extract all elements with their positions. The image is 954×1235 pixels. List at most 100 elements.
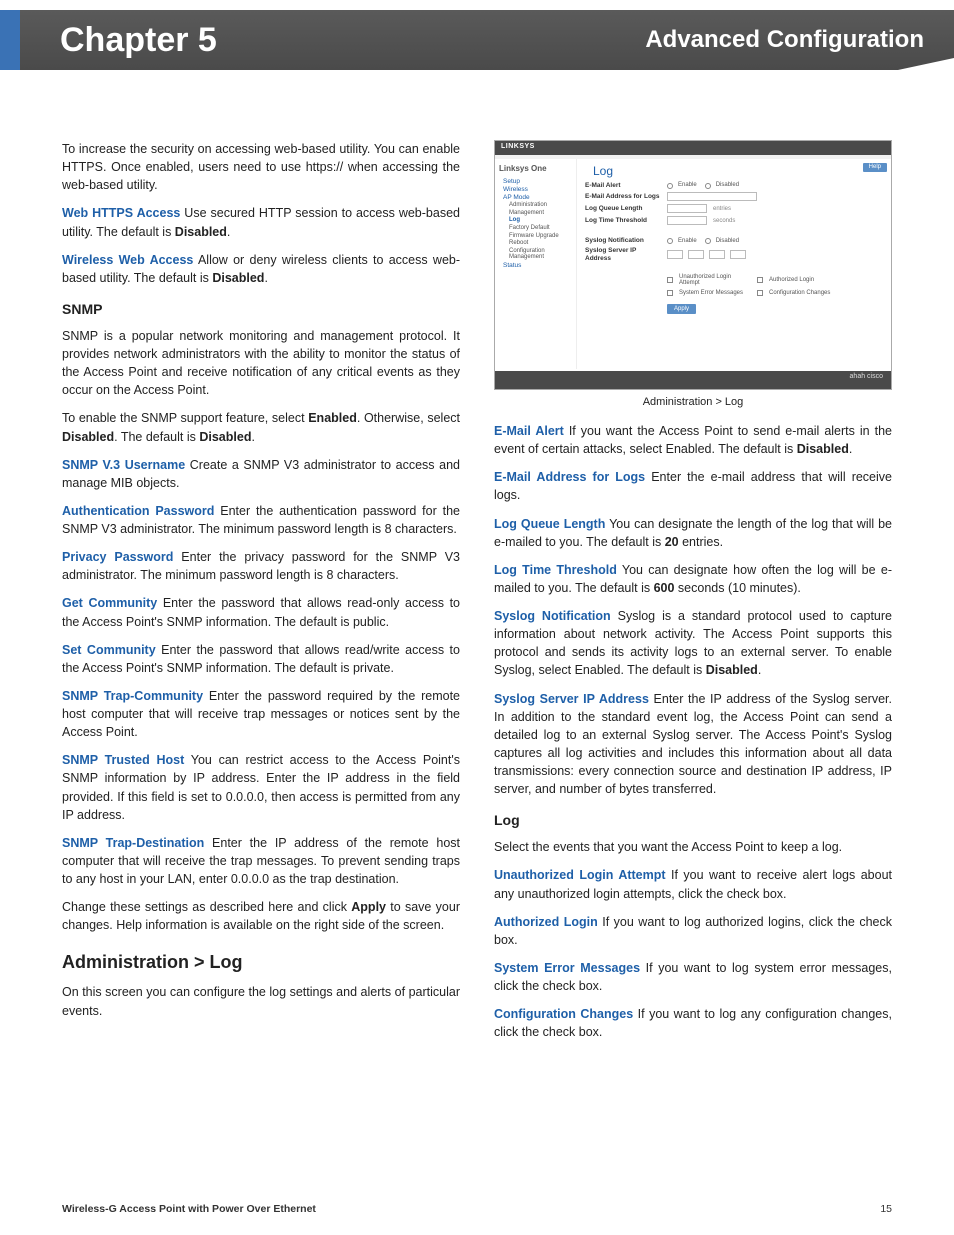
router-figure: LINKSYS Linksys One Setup Wireless AP Mo… (494, 140, 892, 390)
input-queue[interactable] (667, 204, 707, 213)
router-body: Linksys One Setup Wireless AP Mode Admin… (495, 159, 891, 369)
term: E-Mail Alert (494, 424, 564, 438)
time-para: Log Time Threshold You can designate how… (494, 561, 892, 597)
snmp-v3-username: SNMP V.3 Username Create a SNMP V3 admin… (62, 456, 460, 492)
intro-para: To increase the security on accessing we… (62, 140, 460, 194)
text: . Otherwise, select (357, 411, 460, 425)
content-columns: To increase the security on accessing we… (0, 140, 954, 1051)
cfg-para: Configuration Changes If you want to log… (494, 1005, 892, 1041)
snmp-intro: SNMP is a popular network monitoring and… (62, 327, 460, 400)
text: . (251, 430, 254, 444)
radio-syslog-disable[interactable] (705, 238, 711, 244)
term: E-Mail Address for Logs (494, 470, 645, 484)
unit-entries: entries (713, 206, 731, 213)
tail-text: entries. (679, 535, 723, 549)
input-email-addr[interactable] (667, 192, 757, 201)
label-email-addr: E-Mail Address for Logs (585, 193, 663, 200)
nav-admin[interactable]: Administration (499, 202, 572, 209)
router-panel-title: Log (593, 165, 883, 178)
body-text: Enter the IP address of the Syslog serve… (494, 692, 892, 797)
router-ui: LINKSYS Linksys One Setup Wireless AP Mo… (494, 140, 892, 390)
bold-text: Disabled (199, 430, 251, 444)
nav-mgmt[interactable]: Management (499, 210, 572, 217)
nav-status[interactable]: Status (499, 262, 572, 269)
chapter-title: Chapter 5 (60, 21, 217, 60)
label-time: Log Time Threshold (585, 217, 663, 224)
radio-label: Enable (678, 238, 697, 245)
row-queue: Log Queue Length entries (585, 204, 883, 213)
syslog-ip-para: Syslog Server IP Address Enter the IP ad… (494, 690, 892, 799)
ip-seg-1[interactable] (667, 250, 683, 259)
router-footer: ahah cisco (495, 371, 891, 389)
bold-text: Enabled (308, 411, 357, 425)
term-web-https: Web HTTPS Access (62, 206, 180, 220)
label-queue: Log Queue Length (585, 205, 663, 212)
help-button[interactable]: Help (863, 163, 887, 172)
term: SNMP Trusted Host (62, 753, 184, 767)
ip-seg-4[interactable] (730, 250, 746, 259)
check-syserr[interactable] (667, 290, 673, 296)
apply-button[interactable]: Apply (667, 304, 696, 315)
term: Syslog Notification (494, 609, 611, 623)
term: SNMP Trap-Destination (62, 836, 204, 850)
check-label: Unauthorized Login Attempt (679, 274, 749, 287)
term: Authorized Login (494, 915, 598, 929)
auth-password: Authentication Password Enter the authen… (62, 502, 460, 538)
label-syslog-ip: Syslog Server IP Address (585, 247, 663, 261)
input-time[interactable] (667, 216, 707, 225)
check-label: System Error Messages (679, 290, 749, 297)
row-syslog-ip: Syslog Server IP Address (585, 247, 883, 261)
check-unauth[interactable] (667, 277, 673, 283)
row-apply: Apply (585, 300, 883, 315)
nav-reboot[interactable]: Reboot (499, 240, 572, 247)
term: Get Community (62, 596, 157, 610)
page: Chapter 5 Advanced Configuration To incr… (0, 0, 954, 1235)
snmp-enable: To enable the SNMP support feature, sele… (62, 409, 460, 445)
tail-text: . (758, 663, 761, 677)
term: Set Community (62, 643, 156, 657)
nav-wireless[interactable]: Wireless (499, 186, 572, 193)
nav-apmode[interactable]: AP Mode (499, 194, 572, 201)
tail-text: . (227, 225, 230, 239)
nav-log[interactable]: Log (499, 217, 572, 224)
label-email-alert: E-Mail Alert (585, 182, 663, 189)
apply-note: Change these settings as described here … (62, 898, 460, 934)
page-footer: Wireless-G Access Point with Power Over … (62, 1203, 892, 1215)
log-heading: Log (494, 812, 892, 828)
term: Syslog Server IP Address (494, 692, 649, 706)
bold-text: Disabled (175, 225, 227, 239)
footer-page-number: 15 (880, 1203, 892, 1215)
term-wireless-web: Wireless Web Access (62, 253, 193, 267)
ip-seg-3[interactable] (709, 250, 725, 259)
figure-caption: Administration > Log (494, 396, 892, 408)
nav-setup[interactable]: Setup (499, 178, 572, 185)
row-checks-1: Unauthorized Login Attempt Authorized Lo… (585, 274, 883, 287)
term: SNMP V.3 Username (62, 458, 185, 472)
radio-label: Enable (678, 182, 697, 189)
radio-disable[interactable] (705, 183, 711, 189)
term: Unauthorized Login Attempt (494, 868, 666, 882)
ip-seg-2[interactable] (688, 250, 704, 259)
tail-text: . (264, 271, 267, 285)
nav-fw[interactable]: Firmware Upgrade (499, 233, 572, 240)
row-syslog: Syslog Notification Enable Disabled (585, 237, 883, 244)
check-cfg[interactable] (757, 290, 763, 296)
nav-factory[interactable]: Factory Default (499, 225, 572, 232)
nav-cfg[interactable]: Configuration Management (499, 248, 572, 261)
admin-log-heading: Administration > Log (62, 952, 460, 973)
email-alert-para: E-Mail Alert If you want the Access Poin… (494, 422, 892, 458)
bold-text: 600 (654, 581, 675, 595)
radio-syslog-enable[interactable] (667, 238, 673, 244)
tail-text: seconds (10 minutes). (674, 581, 800, 595)
text: . The default is (114, 430, 199, 444)
bold-text: Apply (351, 900, 386, 914)
check-label: Authorized Login (769, 277, 814, 284)
term: Log Time Threshold (494, 563, 617, 577)
unit-seconds: seconds (713, 218, 735, 225)
auth-para: Authorized Login If you want to log auth… (494, 913, 892, 949)
radio-enable[interactable] (667, 183, 673, 189)
page-header: Chapter 5 Advanced Configuration (0, 0, 954, 80)
check-auth[interactable] (757, 277, 763, 283)
term: Authentication Password (62, 504, 214, 518)
term: System Error Messages (494, 961, 640, 975)
